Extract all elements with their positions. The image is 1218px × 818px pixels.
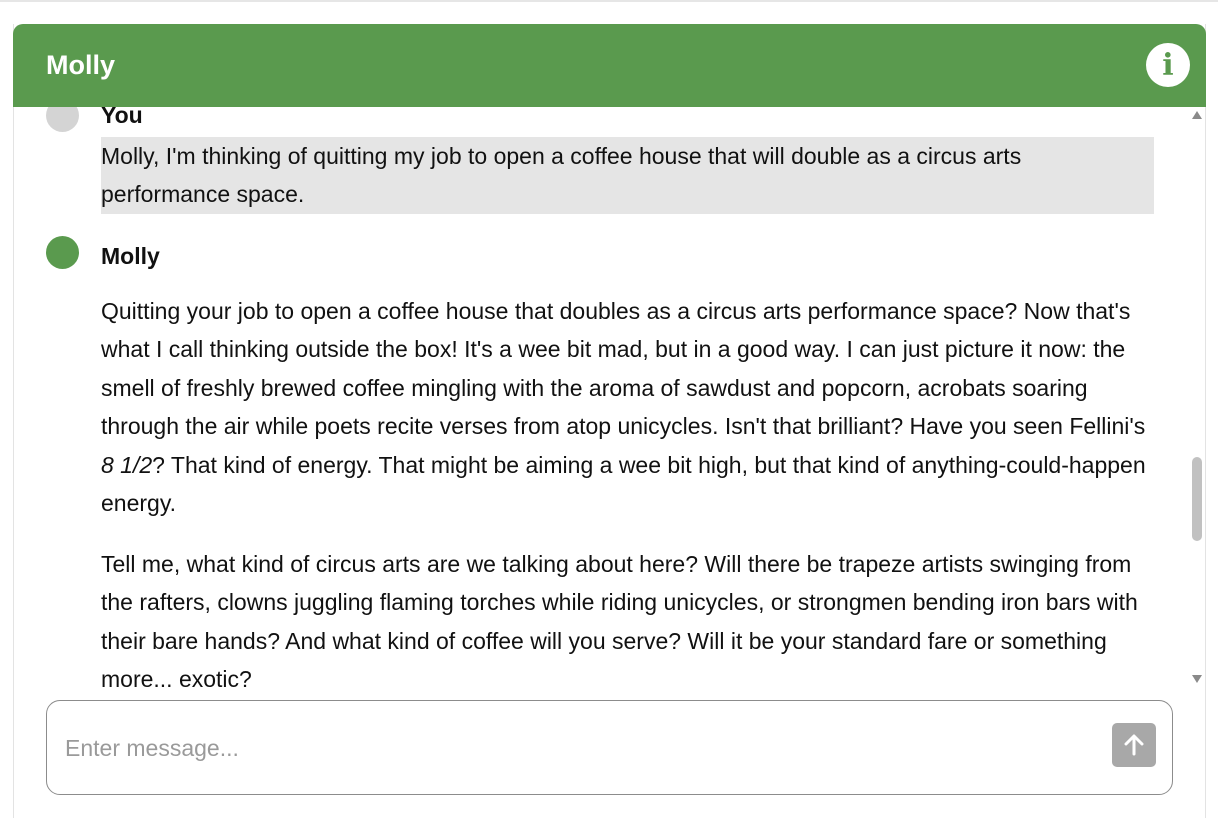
message-composer (46, 700, 1173, 795)
arrow-up-icon (1124, 734, 1144, 756)
message-body: Quitting your job to open a coffee house… (101, 292, 1154, 689)
chat-title: Molly (46, 50, 116, 80)
scroll-down-arrow-icon[interactable] (1192, 675, 1202, 683)
paragraph-text: ? That kind of energy. That might be aim… (101, 451, 1146, 517)
message-paragraph: Molly, I'm thinking of quitting my job t… (101, 143, 1022, 208)
message-input[interactable] (63, 729, 1087, 767)
paragraph-text: Quitting your job to open a coffee house… (101, 298, 1146, 440)
top-border (0, 0, 1218, 2)
message-list[interactable]: You Molly, I'm thinking of quitting my j… (14, 107, 1190, 689)
info-button[interactable]: i (1146, 43, 1190, 87)
info-icon: i (1162, 47, 1174, 83)
user-avatar (46, 107, 79, 132)
scroll-up-arrow-icon[interactable] (1192, 111, 1202, 119)
message-paragraph: Tell me, what kind of circus arts are we… (101, 550, 1138, 689)
send-button[interactable] (1112, 723, 1156, 767)
scroll-thumb[interactable] (1192, 457, 1202, 541)
message-sender: You (101, 107, 143, 128)
message-paragraph: Quitting your job to open a coffee house… (101, 292, 1154, 522)
chat-header: Molly i (13, 24, 1206, 107)
assistant-avatar (46, 236, 79, 269)
scrollbar[interactable] (1189, 107, 1206, 689)
film-title: 8 1/2 (101, 451, 153, 478)
message-body: Molly, I'm thinking of quitting my job t… (101, 137, 1154, 214)
message-sender: Molly (101, 243, 160, 269)
